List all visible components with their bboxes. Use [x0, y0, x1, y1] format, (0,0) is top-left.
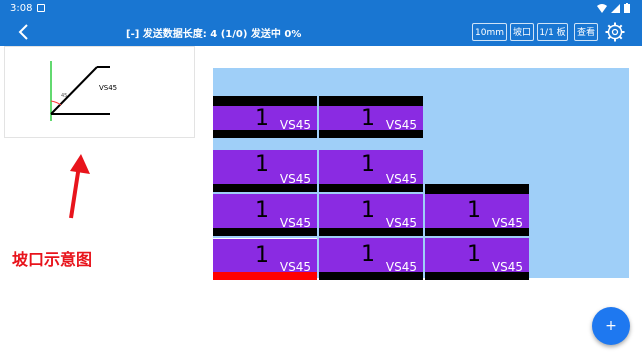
app-bar: [-] 发送数据长度: 4 (1/0) 发送中 0% 10mm 坡口 1/1 板… — [0, 18, 642, 46]
part-label: VS45 — [385, 216, 417, 230]
part-cell[interactable]: 1 VS45 — [319, 150, 423, 192]
part-cell[interactable]: 1 VS45 — [213, 96, 317, 138]
part-label: VS45 — [385, 172, 417, 186]
part-cell[interactable]: 1 VS45 — [319, 238, 423, 280]
part-count: 1 — [361, 242, 375, 267]
status-bar: 3:08 — [0, 0, 642, 18]
notification-icon — [37, 4, 45, 12]
back-arrow-icon[interactable] — [14, 22, 34, 42]
part-count: 1 — [361, 106, 375, 131]
part-label: VS45 — [491, 216, 523, 230]
signal-icon — [611, 3, 620, 13]
battery-icon — [624, 3, 630, 13]
preview-label: VS45 — [99, 84, 117, 92]
system-icons — [597, 3, 630, 13]
red-arrow-icon — [69, 154, 90, 219]
part-label: VS45 — [279, 260, 311, 274]
part-cell-selected[interactable]: 1 VS45 — [213, 238, 317, 280]
part-count: 1 — [255, 243, 269, 268]
part-count: 1 — [255, 152, 269, 177]
bevel-preview: 45 VS45 — [4, 46, 195, 138]
part-count: 1 — [255, 198, 269, 223]
part-label: VS45 — [279, 216, 311, 230]
bevel-diagram: 45 VS45 — [50, 61, 117, 121]
page-title: [-] 发送数据长度: 4 (1/0) 发送中 0% — [126, 29, 302, 40]
part-count: 1 — [255, 106, 269, 131]
add-fab-button[interactable]: + — [592, 307, 630, 345]
size-button[interactable]: 10mm — [472, 23, 507, 41]
bevel-button[interactable]: 坡口 — [510, 23, 534, 41]
part-count: 1 — [467, 242, 481, 267]
part-cell[interactable]: 1 VS45 — [319, 96, 423, 138]
part-count: 1 — [361, 198, 375, 223]
part-label: VS45 — [385, 118, 417, 132]
part-cell[interactable]: 1 VS45 — [425, 184, 529, 236]
part-label: VS45 — [279, 118, 311, 132]
part-label: VS45 — [385, 260, 417, 274]
part-count: 1 — [361, 152, 375, 177]
bevel-caption: 坡口示意图 — [12, 250, 93, 269]
angle-mark: 45 — [61, 93, 67, 99]
part-cell[interactable]: 1 VS45 — [425, 238, 529, 280]
part-cell[interactable]: 1 VS45 — [213, 194, 317, 236]
part-count: 1 — [467, 198, 481, 223]
part-cell[interactable]: 1 VS45 — [213, 150, 317, 192]
view-button[interactable]: 查看 — [574, 23, 598, 41]
part-cell[interactable]: 1 VS45 — [319, 194, 423, 236]
status-time: 3:08 — [10, 3, 33, 14]
page-button[interactable]: 1/1 板 — [537, 23, 568, 41]
nesting-board: 1 VS45 1 VS45 1 VS45 1 VS45 1 VS45 1 VS4… — [213, 68, 629, 280]
part-label: VS45 — [279, 172, 311, 186]
gear-icon[interactable] — [604, 21, 626, 43]
wifi-icon — [597, 3, 607, 13]
part-label: VS45 — [491, 260, 523, 274]
